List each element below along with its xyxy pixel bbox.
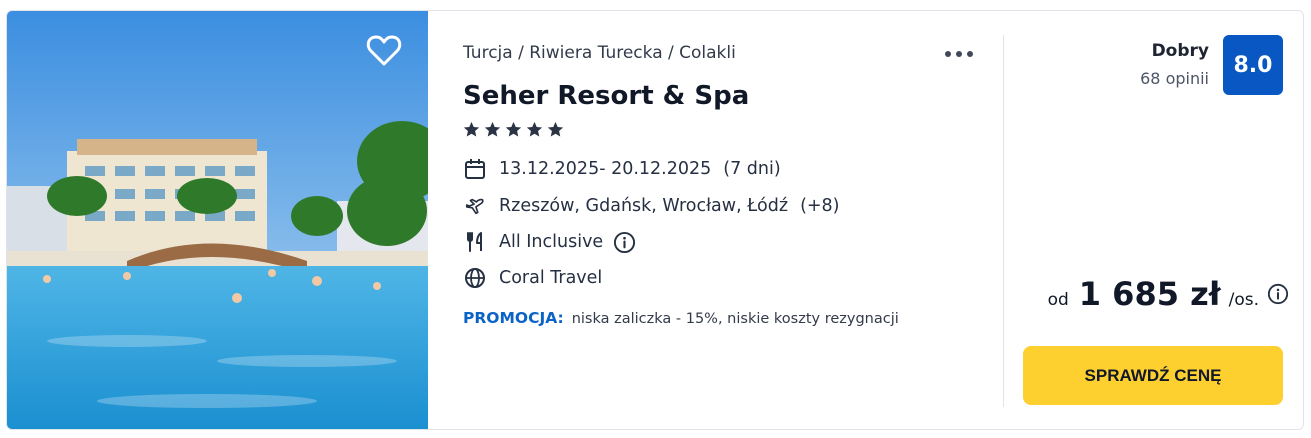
price-amount: 1 685 zł bbox=[1078, 275, 1221, 313]
plane-icon bbox=[463, 194, 487, 218]
promo-text: niska zaliczka - 15%, niskie koszty rezy… bbox=[571, 311, 899, 327]
operator-row: Coral Travel bbox=[463, 266, 602, 290]
divider bbox=[1003, 35, 1004, 407]
star-icon bbox=[547, 121, 564, 137]
star-icon bbox=[484, 121, 501, 137]
promotion: PROMOCJA: niska zaliczka - 15%, niskie ko… bbox=[463, 309, 899, 327]
star-icon bbox=[505, 121, 522, 137]
globe-icon bbox=[463, 266, 487, 290]
calendar-icon bbox=[463, 157, 487, 181]
location-breadcrumb[interactable]: Turcja / Riwiera Turecka / Colakli bbox=[463, 43, 736, 63]
departures-row: Rzeszów, Gdańsk, Wrocław, Łódź (+8) bbox=[463, 194, 840, 218]
check-price-button[interactable]: SPRAWDŹ CENĘ bbox=[1023, 346, 1283, 405]
more-dots-icon[interactable] bbox=[945, 45, 979, 63]
rating-score-badge: 8.0 bbox=[1223, 35, 1283, 95]
info-icon[interactable] bbox=[613, 231, 636, 254]
heart-icon[interactable] bbox=[366, 33, 402, 67]
board-row: All Inclusive bbox=[463, 230, 636, 254]
star-icon bbox=[463, 121, 480, 137]
board-type: All Inclusive bbox=[499, 232, 604, 252]
travel-duration: (7 dni) bbox=[723, 159, 781, 179]
travel-dates: 13.12.2025- 20.12.2025 bbox=[499, 159, 712, 179]
departures-more[interactable]: (+8) bbox=[800, 196, 839, 216]
rating-label: Dobry bbox=[1151, 41, 1209, 61]
dates-row: 13.12.2025- 20.12.2025 (7 dni) bbox=[463, 157, 781, 181]
price-prefix: od bbox=[1047, 290, 1069, 310]
offer-card[interactable]: Turcja / Riwiera Turecka / Colakli Seher… bbox=[6, 10, 1304, 430]
promo-label: PROMOCJA: bbox=[463, 309, 564, 327]
hotel-name[interactable]: Seher Resort & Spa bbox=[463, 81, 749, 111]
offer-info: Turcja / Riwiera Turecka / Colakli Seher… bbox=[463, 11, 983, 429]
hotel-stars bbox=[463, 121, 564, 138]
cutlery-icon bbox=[463, 230, 487, 254]
rating-count[interactable]: 68 opinii bbox=[1140, 69, 1209, 88]
tour-operator: Coral Travel bbox=[499, 268, 603, 288]
price-info-icon[interactable] bbox=[1267, 283, 1289, 305]
price-suffix: /os. bbox=[1228, 290, 1259, 310]
hotel-photo-image bbox=[7, 11, 428, 429]
hotel-photo[interactable] bbox=[7, 11, 428, 429]
star-icon bbox=[526, 121, 543, 137]
price-block: od 1 685 zł /os. bbox=[1048, 275, 1289, 313]
departure-cities: Rzeszów, Gdańsk, Wrocław, Łódź bbox=[499, 196, 789, 216]
